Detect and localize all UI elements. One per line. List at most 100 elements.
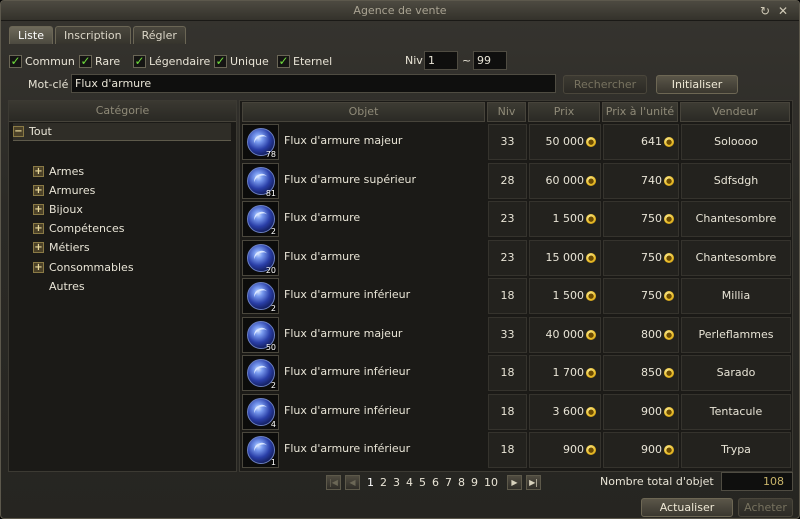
gold-coin-icon: ● <box>664 214 674 224</box>
page-number[interactable]: 4 <box>406 476 413 489</box>
level-min-input[interactable]: 1 <box>424 51 458 70</box>
price-value: 40 000 <box>545 327 585 341</box>
restore-icon[interactable]: ↻ <box>758 4 772 18</box>
item-seller: Sdfsdgh <box>681 162 791 199</box>
filter-unique-checkbox[interactable]: ✓ Unique <box>214 53 269 69</box>
filter-label: Unique <box>230 54 269 68</box>
unit-price-value: 850 <box>641 366 662 379</box>
category-item-consommables[interactable]: + Consommables <box>33 258 134 276</box>
tab-inscription[interactable]: Inscription <box>55 26 131 44</box>
item-level: 33 <box>488 316 527 353</box>
unit-price-value: 750 <box>641 250 662 264</box>
item-icon-cell[interactable]: 78 <box>242 124 279 160</box>
filter-commun-checkbox[interactable]: ✓ Commun <box>9 53 75 69</box>
item-icon-cell[interactable]: 81 <box>242 162 279 199</box>
table-row[interactable]: 1 Flux d'armure inférieur 18 900 ● 900 ● Trypa <box>242 432 792 469</box>
item-price: 3 600 ● <box>529 393 601 430</box>
item-icon-cell[interactable]: 4 <box>242 393 279 430</box>
column-header-price[interactable]: Prix <box>528 102 600 122</box>
filter-rare-checkbox[interactable]: ✓ Rare <box>79 53 120 69</box>
page-number[interactable]: 6 <box>432 476 439 489</box>
item-icon-cell[interactable]: 2 <box>242 278 279 314</box>
refresh-button[interactable]: Actualiser <box>641 498 733 517</box>
page-number[interactable]: 9 <box>471 476 478 489</box>
prev-page-icon[interactable]: ◀ <box>345 474 360 490</box>
item-unit-price: 900 ● <box>603 393 679 430</box>
category-item-tout[interactable]: − Tout <box>13 123 231 141</box>
item-name: Flux d'armure <box>284 211 361 224</box>
price-value: 900 <box>563 443 584 456</box>
page-number[interactable]: 3 <box>393 476 400 489</box>
table-row[interactable]: 50 Flux d'armure majeur 33 40 000 ● 800 ● Perle… <box>242 316 792 354</box>
item-price: 50 000 ● <box>529 124 601 160</box>
expand-icon[interactable]: + <box>33 241 44 253</box>
reset-button[interactable]: Initialiser <box>656 75 738 94</box>
next-page-icon[interactable]: ▶ <box>507 474 522 490</box>
first-page-icon[interactable]: |◀ <box>326 474 341 490</box>
page-number[interactable]: 2 <box>380 476 387 489</box>
item-icon-cell[interactable]: 50 <box>242 316 279 353</box>
gold-coin-icon: ● <box>586 445 596 455</box>
table-row[interactable]: 81 Flux d'armure supérieur 28 60 000 ● 740 ● Sd… <box>242 162 792 200</box>
page-number[interactable]: 1 <box>367 476 374 489</box>
last-page-icon[interactable]: ▶| <box>526 474 541 490</box>
item-level: 28 <box>488 162 527 199</box>
search-button[interactable]: Rechercher <box>563 75 647 94</box>
category-item-competences[interactable]: + Compétences <box>33 219 124 237</box>
column-header-level[interactable]: Niv <box>487 102 526 122</box>
gold-coin-icon: ● <box>664 291 674 301</box>
total-items-label: Nombre total d'objet <box>600 475 714 488</box>
table-row[interactable]: 20 Flux d'armure 23 15 000 ● 750 ● Chantesombre <box>242 239 792 277</box>
category-item-metiers[interactable]: + Métiers <box>33 238 90 256</box>
filter-eternel-checkbox[interactable]: ✓ Eternel <box>277 53 332 69</box>
close-icon[interactable]: ✕ <box>776 4 790 18</box>
item-seller: Soloooo <box>681 124 791 160</box>
expand-icon[interactable]: + <box>33 261 44 273</box>
collapse-icon[interactable]: − <box>13 126 24 137</box>
item-unit-price: 750 ● <box>603 239 679 276</box>
tab-regler[interactable]: Régler <box>132 26 186 44</box>
table-row[interactable]: 2 Flux d'armure inférieur 18 1 500 ● 750 ● Mill… <box>242 278 792 315</box>
keyword-label: Mot-clé <box>28 78 69 91</box>
price-value: 1 500 <box>552 212 585 225</box>
item-icon-cell[interactable]: 1 <box>242 432 279 468</box>
column-header-seller[interactable]: Vendeur <box>680 102 790 122</box>
page-number[interactable]: 5 <box>419 476 426 489</box>
category-item-bijoux[interactable]: + Bijoux <box>33 200 83 218</box>
page-number[interactable]: 8 <box>458 476 465 489</box>
keyword-input[interactable]: Flux d'armure <box>71 74 556 93</box>
total-items-value: 108 <box>721 472 793 491</box>
page-number[interactable]: 7 <box>445 476 452 489</box>
window-titlebar[interactable]: Agence de vente ↻ ✕ <box>1 1 799 21</box>
item-icon-cell[interactable]: 2 <box>242 201 279 237</box>
item-icon-cell[interactable]: 2 <box>242 355 279 391</box>
item-name: Flux d'armure supérieur <box>284 172 416 186</box>
table-row[interactable]: 78 Flux d'armure majeur 33 50 000 ● 641 ● Soloo… <box>242 124 792 161</box>
table-row[interactable]: 4 Flux d'armure inférieur 18 3 600 ● 900 ● Tent… <box>242 393 792 431</box>
category-item-armures[interactable]: + Armures <box>33 181 95 199</box>
expand-icon[interactable]: + <box>33 184 44 196</box>
category-header: Catégorie <box>9 101 236 122</box>
item-name: Flux d'armure inférieur <box>284 288 411 301</box>
category-label: Autres <box>49 279 85 293</box>
expand-icon[interactable]: + <box>33 203 44 215</box>
tab-liste[interactable]: Liste <box>9 26 53 44</box>
item-icon-cell[interactable]: 20 <box>242 239 279 276</box>
buy-button[interactable]: Acheter <box>738 498 793 517</box>
page-number[interactable]: 10 <box>484 476 498 489</box>
item-price: 1 700 ● <box>529 355 601 391</box>
checkmark-icon: ✓ <box>79 53 92 68</box>
level-max-input[interactable]: 99 <box>473 51 507 70</box>
column-header-unit-price[interactable]: Prix à l'unité <box>602 102 678 122</box>
filter-legendaire-checkbox[interactable]: ✓ Légendaire <box>133 53 210 69</box>
expand-icon[interactable]: + <box>33 165 44 177</box>
category-item-armes[interactable]: + Armes <box>33 162 84 180</box>
column-header-item[interactable]: Objet <box>242 102 485 122</box>
table-row[interactable]: 2 Flux d'armure inférieur 18 1 700 ● 850 ● Sara… <box>242 355 792 392</box>
gold-coin-icon: ● <box>586 406 596 417</box>
expand-icon[interactable]: + <box>33 222 44 234</box>
filter-label: Rare <box>95 54 121 68</box>
category-item-autres[interactable]: Autres <box>49 277 85 295</box>
table-row[interactable]: 2 Flux d'armure 23 1 500 ● 750 ● Chantesombre <box>242 201 792 238</box>
item-seller: Chantesombre <box>681 239 791 276</box>
